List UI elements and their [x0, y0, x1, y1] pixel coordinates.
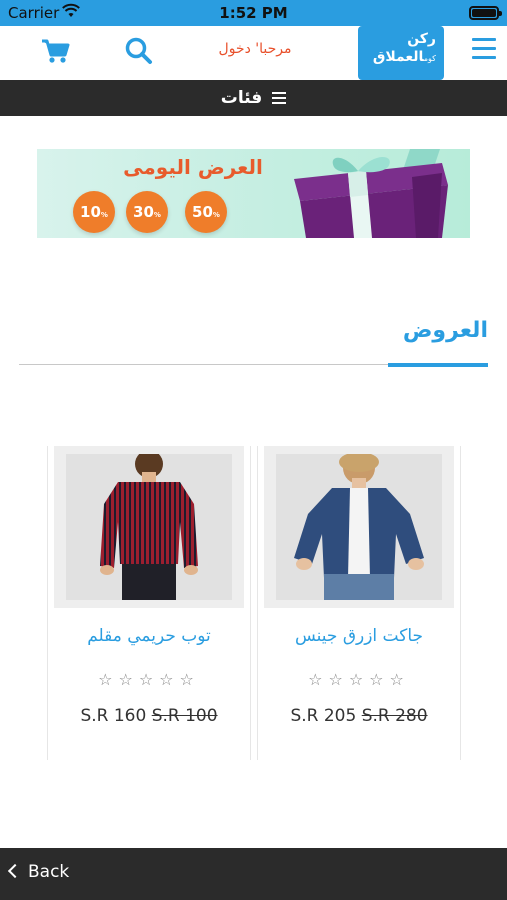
discount-badge: 10% — [73, 191, 115, 233]
gift-box-icon — [294, 149, 448, 238]
logo-line3: كوم — [423, 54, 436, 63]
logo-line1: ركن — [407, 31, 436, 47]
product-image[interactable] — [54, 446, 244, 608]
banner-title: العرض اليومى — [123, 155, 263, 179]
current-price: S.R 205 — [290, 706, 357, 726]
store-logo[interactable]: ركن كومالعملاق — [358, 26, 444, 80]
discount-unit: % — [212, 211, 220, 219]
section-accent — [388, 363, 488, 367]
product-photo — [66, 454, 232, 600]
product-name[interactable]: جاكت ازرق جينس — [258, 626, 460, 646]
app-header: مرحبا' دخول ركن كومالعملاق — [0, 26, 507, 80]
categories-bar[interactable]: فئات — [0, 80, 507, 116]
discount-value: 50 — [192, 203, 213, 221]
chevron-left-icon — [7, 863, 23, 879]
cart-icon — [42, 39, 70, 63]
logo-line2-text: العملاق — [372, 49, 424, 65]
logo-line2: كومالعملاق — [358, 48, 436, 68]
rating-stars: ☆☆☆☆☆ — [308, 670, 410, 689]
old-price: S.R 280 — [361, 706, 428, 726]
discount-badge: 30% — [126, 191, 168, 233]
daily-offer-banner[interactable]: العرض اليومى 50% 30% 10% — [37, 149, 470, 238]
login-link[interactable]: مرحبا' دخول — [205, 41, 305, 57]
search-icon — [125, 37, 152, 64]
product-image[interactable] — [264, 446, 454, 608]
product-price: S.R 160 S.R 100 — [48, 706, 250, 726]
product-photo — [276, 454, 442, 600]
discount-unit: % — [100, 211, 108, 219]
discount-value: 30 — [133, 203, 154, 221]
discount-value: 10 — [80, 203, 101, 221]
denim-jacket-image — [276, 454, 442, 600]
discount-badge: 50% — [185, 191, 227, 233]
product-card[interactable]: توب حريمي مقلم ☆☆☆☆☆ S.R 160 S.R 100 — [47, 446, 251, 760]
rating-stars: ☆☆☆☆☆ — [98, 670, 200, 689]
product-price: S.R 205 S.R 280 — [258, 706, 460, 726]
hamburger-line — [472, 56, 496, 59]
hamburger-line — [472, 47, 496, 50]
back-label: Back — [28, 862, 70, 882]
battery-icon — [469, 6, 502, 20]
search-button[interactable] — [122, 34, 156, 68]
current-price: S.R 160 — [80, 706, 147, 726]
striped-top-image — [66, 454, 232, 600]
hamburger-icon — [472, 38, 496, 41]
section-title: العروض — [402, 318, 488, 343]
discount-unit: % — [153, 211, 161, 219]
product-card[interactable]: جاكت ازرق جينس ☆☆☆☆☆ S.R 205 S.R 280 — [257, 446, 461, 760]
list-icon — [272, 92, 287, 104]
old-price: S.R 100 — [151, 706, 218, 726]
menu-button[interactable] — [472, 38, 496, 62]
status-bar: Carrier 1:52 PM — [0, 0, 507, 26]
product-name[interactable]: توب حريمي مقلم — [48, 626, 250, 646]
cart-button[interactable] — [38, 36, 72, 66]
bottom-toolbar: Back — [0, 848, 507, 900]
back-button[interactable]: Back — [7, 862, 70, 882]
categories-label: فئات — [220, 88, 263, 108]
clock: 1:52 PM — [219, 4, 288, 22]
